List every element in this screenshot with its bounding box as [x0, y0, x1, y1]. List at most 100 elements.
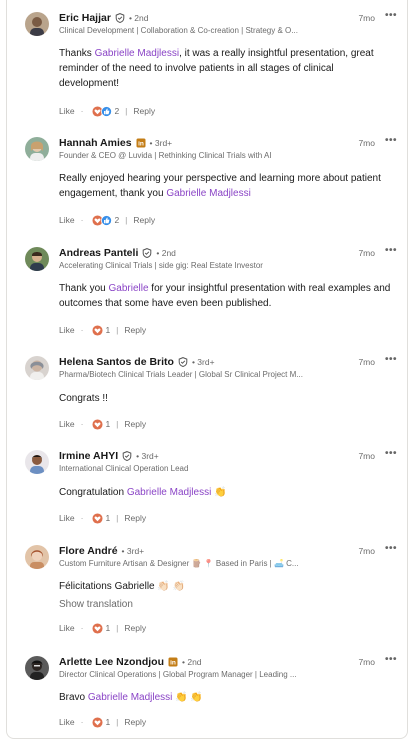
commenter-headline: Pharma/Biotech Clinical Trials Leader | … — [59, 370, 303, 379]
comment-text: Really enjoyed hearing your perspective … — [59, 173, 381, 199]
like-button[interactable]: Like — [59, 717, 75, 727]
reaction-count: 2 — [114, 215, 120, 225]
heart-icon — [92, 716, 103, 728]
commenter-name[interactable]: Arlette Lee Nzondjou — [59, 656, 164, 668]
mention-link[interactable]: Gabrielle Madjlessi — [88, 692, 172, 703]
comment-text: Thank you Gabrielle for your insightful … — [59, 283, 391, 309]
reply-button[interactable]: Reply — [124, 419, 146, 429]
mention-link[interactable]: Gabrielle Madjlessi — [127, 487, 211, 498]
more-options-icon[interactable]: ••• — [385, 654, 397, 665]
comment-actions: Like · 1 | Reply — [59, 716, 147, 728]
reaction-icons[interactable]: 2 — [92, 105, 119, 117]
connection-degree: • 3rd+ — [149, 138, 173, 148]
comment-time: 7mo — [358, 657, 375, 667]
like-button[interactable]: Like — [59, 419, 75, 429]
verified-icon — [142, 248, 152, 258]
commenter-headline: Founder & CEO @ Luvida | Rethinking Clin… — [59, 151, 272, 160]
comment-time: 7mo — [358, 546, 375, 556]
more-options-icon[interactable]: ••• — [385, 135, 397, 146]
comment-item: Helena Santos de Brito • 3rd+ Pharma/Bio… — [25, 354, 407, 436]
like-icon — [101, 214, 113, 226]
comment-time: 7mo — [358, 138, 375, 148]
reply-button[interactable]: Reply — [124, 623, 146, 633]
commenter-name[interactable]: Irmine AHYI — [59, 450, 118, 462]
commenter-name[interactable]: Flore André — [59, 545, 118, 557]
connection-degree: • 3rd+ — [191, 357, 215, 367]
reaction-icons[interactable]: 1 — [92, 418, 111, 430]
commenter-headline: International Clinical Operation Lead — [59, 464, 189, 473]
reaction-count: 1 — [105, 419, 111, 429]
connection-degree: • 2nd — [128, 13, 149, 23]
reply-button[interactable]: Reply — [124, 717, 146, 727]
mention-link[interactable]: Gabrielle Madjlessi — [166, 188, 250, 199]
avatar[interactable] — [25, 247, 49, 271]
reaction-icons[interactable]: 1 — [92, 716, 111, 728]
avatar[interactable] — [25, 656, 49, 680]
like-button[interactable]: Like — [59, 513, 75, 523]
verified-icon — [178, 357, 188, 367]
commenter-name[interactable]: Helena Santos de Brito — [59, 356, 174, 368]
reaction-icons[interactable]: 2 — [92, 214, 120, 226]
reply-button[interactable]: Reply — [133, 215, 155, 225]
connection-degree: • 3rd+ — [136, 451, 159, 461]
comment-item: Flore André • 3rd+ Custom Furniture Arti… — [25, 543, 407, 640]
commenter-headline: Custom Furniture Artisan & Designer 🪵 📍 … — [59, 559, 299, 568]
more-options-icon[interactable]: ••• — [385, 245, 397, 256]
comment-text: Congratulation Gabrielle Madjlessi 👏 — [59, 487, 227, 498]
svg-text:in: in — [170, 660, 176, 667]
verified-icon — [115, 13, 125, 23]
comment-time: 7mo — [358, 451, 375, 461]
commenter-headline: Director Clinical Operations | Global Pr… — [59, 670, 297, 679]
commenter-name[interactable]: Hannah Amies — [59, 137, 132, 149]
more-options-icon[interactable]: ••• — [385, 10, 397, 21]
more-options-icon[interactable]: ••• — [385, 448, 397, 459]
comment-text: Félicitations Gabrielle 👏🏻 👏🏻 — [59, 581, 186, 592]
comment-time: 7mo — [358, 13, 375, 23]
comment-item: Arlette Lee Nzondjou in • 2nd Director C… — [25, 654, 407, 736]
heart-icon — [92, 512, 103, 524]
like-button[interactable]: Like — [59, 623, 75, 633]
premium-icon: in — [136, 138, 146, 148]
comment-item: Eric Hajjar • 2nd Clinical Development |… — [25, 10, 407, 120]
like-icon — [101, 105, 113, 117]
commenter-name[interactable]: Andreas Panteli — [59, 247, 138, 259]
mention-link[interactable]: Gabrielle — [108, 283, 148, 294]
more-options-icon[interactable]: ••• — [385, 354, 397, 365]
like-button[interactable]: Like — [59, 106, 75, 116]
avatar[interactable] — [25, 450, 49, 474]
heart-icon — [92, 324, 103, 336]
commenter-headline: Clinical Development | Collaboration & C… — [59, 26, 298, 35]
avatar[interactable] — [25, 356, 49, 380]
heart-icon — [92, 418, 103, 430]
comment-item: Irmine AHYI • 3rd+ International Clinica… — [25, 448, 407, 530]
comment-item: Andreas Panteli • 2nd Accelerating Clini… — [25, 245, 407, 342]
comment-time: 7mo — [358, 357, 375, 367]
reaction-count: 1 — [105, 717, 111, 727]
reaction-icons[interactable]: 1 — [92, 512, 110, 524]
connection-degree: • 2nd — [182, 657, 202, 667]
comment-item: Hannah Amies in • 3rd+ Founder & CEO @ L… — [25, 135, 407, 232]
comment-text: Thanks Gabrielle Madjlessi, it was a rea… — [59, 48, 374, 89]
show-translation-link[interactable]: Show translation — [59, 599, 133, 610]
avatar[interactable] — [25, 545, 49, 569]
reply-button[interactable]: Reply — [124, 513, 146, 523]
reply-button[interactable]: Reply — [133, 106, 155, 116]
heart-icon — [92, 622, 103, 634]
comments-panel: Eric Hajjar • 2nd Clinical Development |… — [6, 0, 408, 739]
reaction-icons[interactable]: 1 — [92, 324, 111, 336]
like-button[interactable]: Like — [59, 325, 75, 335]
commenter-name[interactable]: Eric Hajjar — [59, 12, 111, 24]
verified-icon — [122, 451, 132, 461]
like-button[interactable]: Like — [59, 215, 75, 225]
avatar[interactable] — [25, 12, 49, 36]
reaction-count: 1 — [105, 325, 111, 335]
reaction-icons[interactable]: 1 — [92, 622, 110, 634]
svg-text:in: in — [138, 141, 144, 148]
comment-text: Bravo Gabrielle Madjlessi 👏 👏 — [59, 692, 203, 703]
mention-link[interactable]: Gabrielle Madjlessi — [95, 48, 179, 59]
avatar[interactable] — [25, 137, 49, 161]
reply-button[interactable]: Reply — [124, 325, 146, 335]
more-options-icon[interactable]: ••• — [385, 543, 397, 554]
connection-degree: • 3rd+ — [121, 546, 145, 556]
comment-actions: Like · 1 | Reply — [59, 418, 147, 430]
